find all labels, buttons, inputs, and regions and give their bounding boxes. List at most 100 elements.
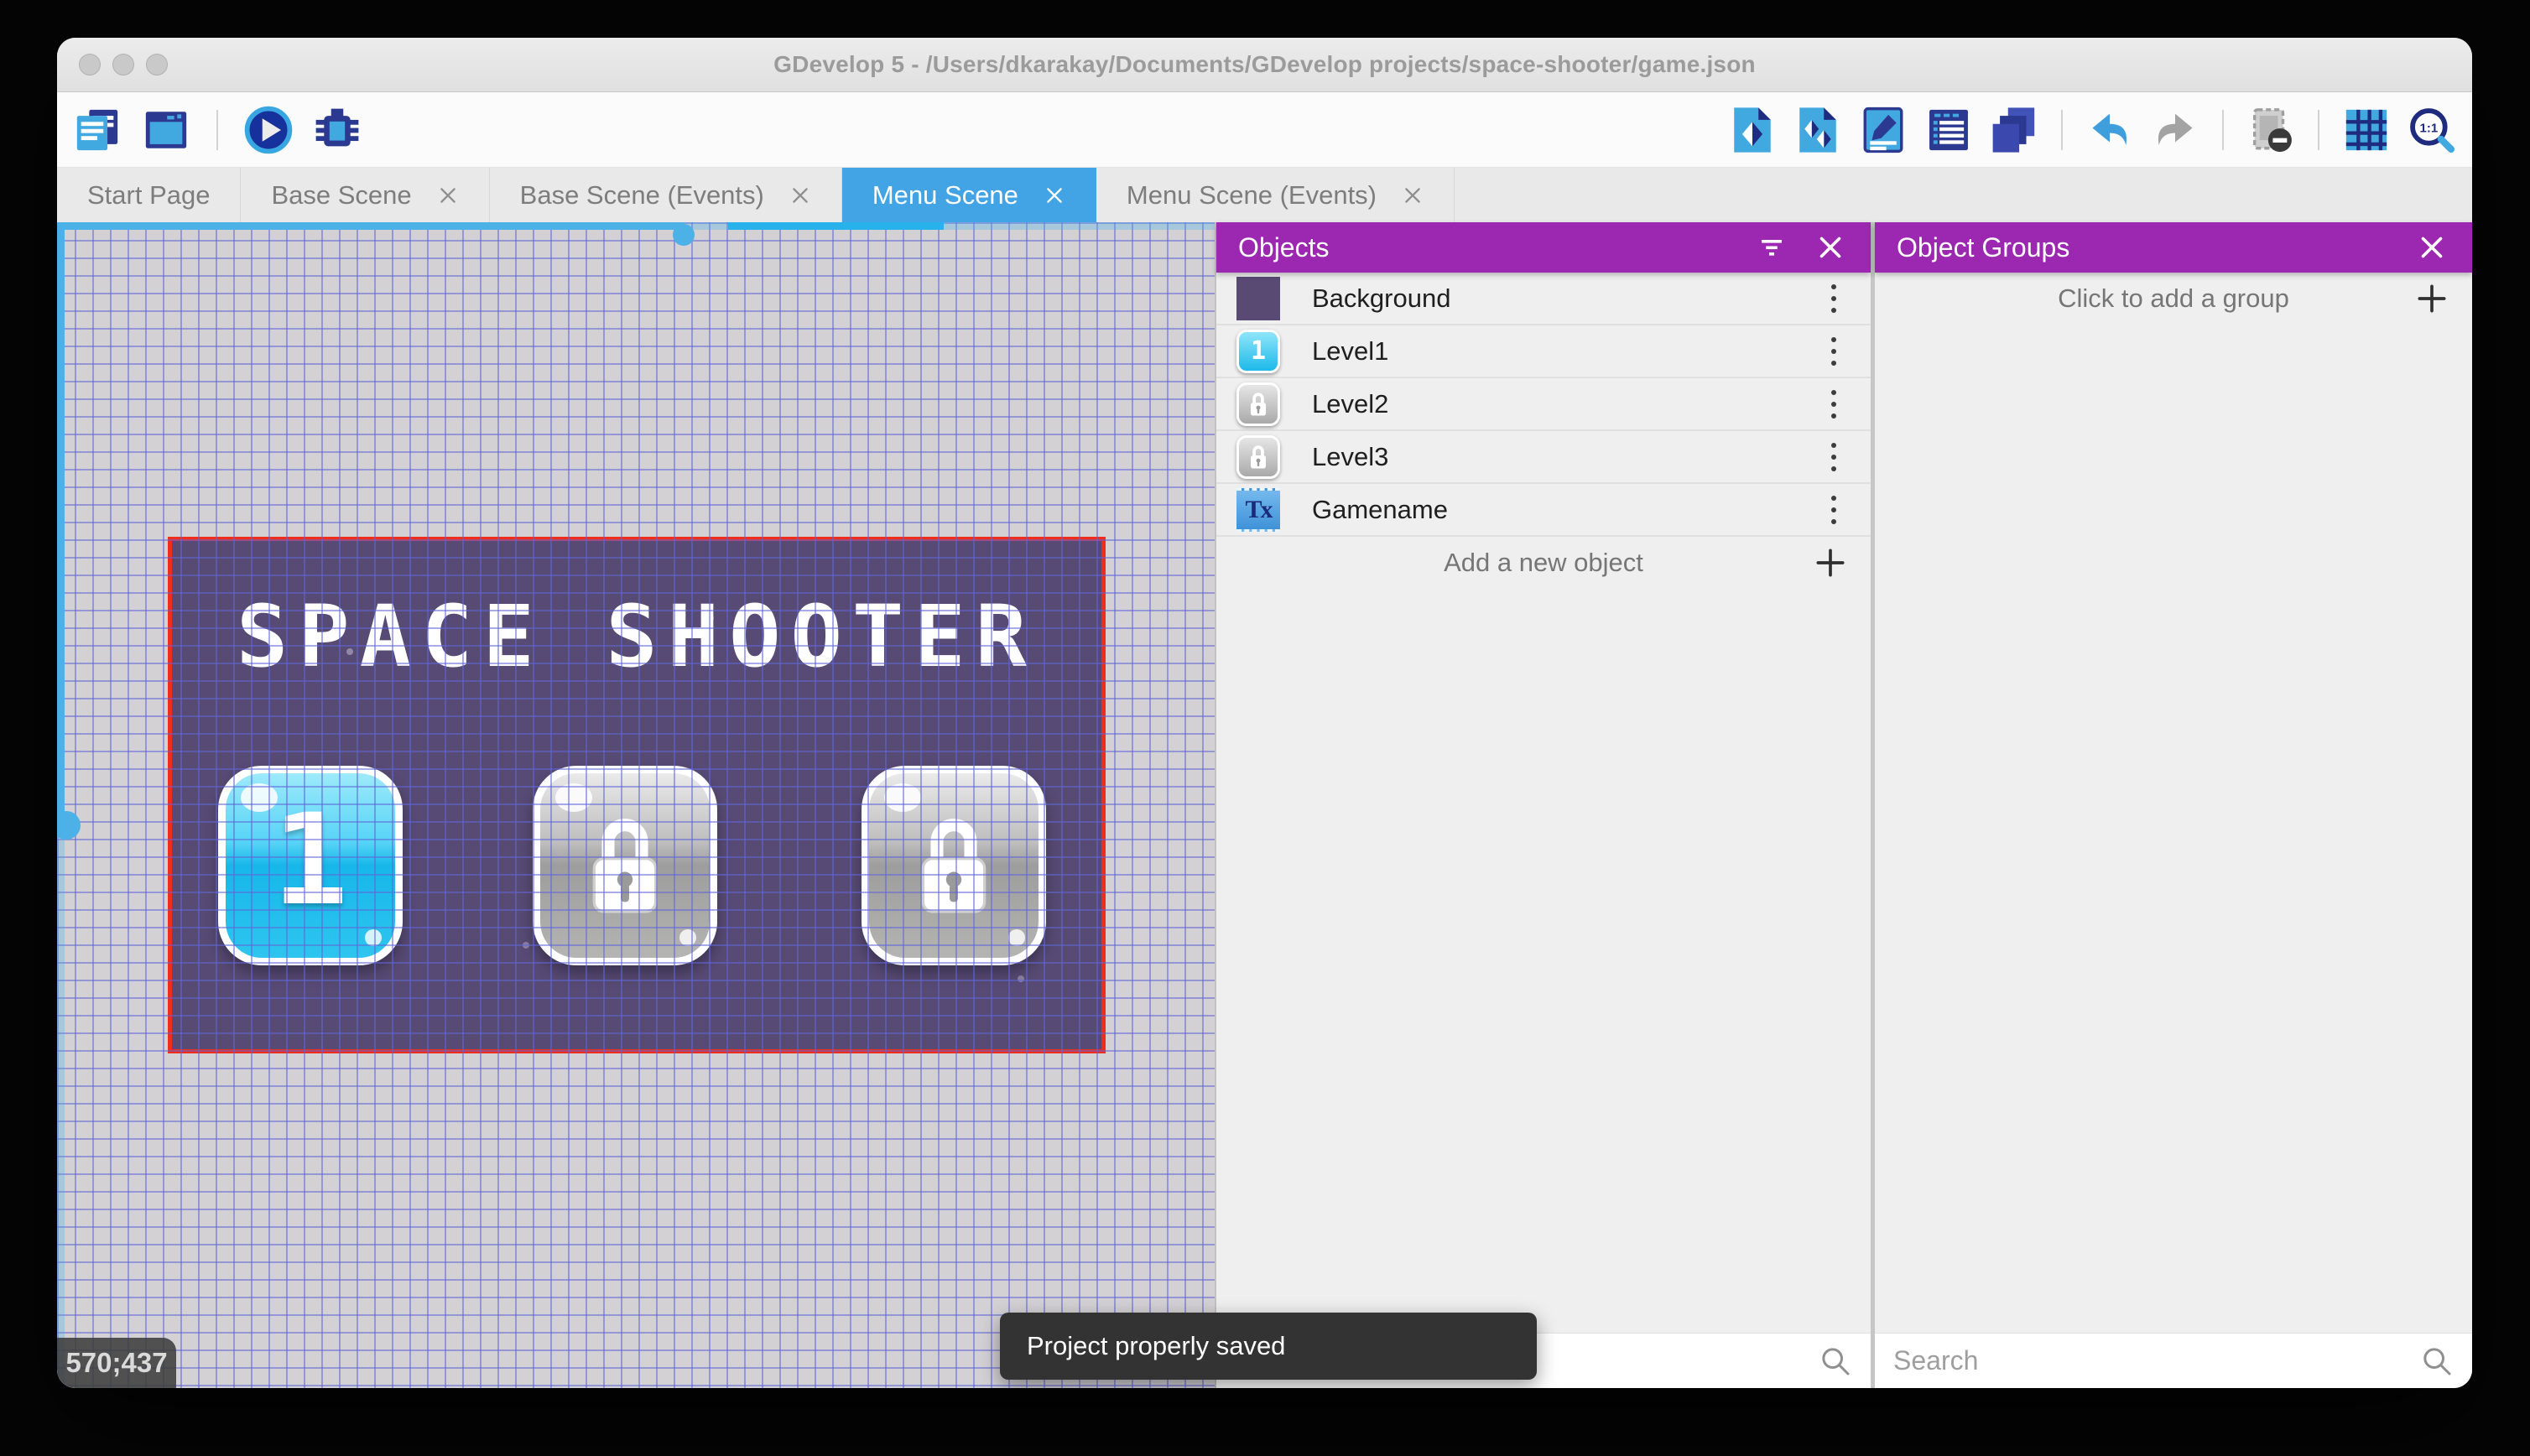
object-name: Gamename [1312, 494, 1448, 524]
instances-list-icon[interactable] [1924, 105, 1974, 155]
tab-close-icon[interactable] [1402, 185, 1424, 206]
scene-editor-canvas[interactable]: SPACE SHOOTER 1 570;437 [57, 222, 1216, 1388]
level2-button-instance[interactable] [533, 766, 717, 965]
add-group-label: Click to add a group [2058, 283, 2289, 313]
filter-icon[interactable] [1753, 229, 1790, 266]
tab-close-icon[interactable] [789, 185, 811, 206]
background-thumbnail [1236, 276, 1280, 320]
undo-icon[interactable] [2085, 105, 2135, 155]
main-area: SPACE SHOOTER 1 570;437 Objects Backgrou… [57, 222, 2472, 1388]
objects-panel-empty-space [1216, 589, 1871, 1333]
search-icon [2423, 1347, 2451, 1375]
tab-label: Base Scene [271, 179, 412, 210]
close-window-button[interactable] [79, 54, 101, 75]
zoom-1-1-icon[interactable]: 1:1 [2407, 105, 2457, 155]
object-groups-panel-header: Object Groups [1875, 222, 2472, 273]
objects-editor-icon[interactable] [1727, 105, 1778, 155]
close-icon[interactable] [1812, 229, 1849, 266]
toolbar-separator [2222, 109, 2224, 150]
object-row-background[interactable]: Background [1216, 273, 1871, 325]
search-icon [1822, 1347, 1850, 1375]
scene-stars [172, 541, 175, 544]
tab-base-scene[interactable]: Base Scene [241, 168, 490, 222]
object-name: Level3 [1312, 441, 1389, 471]
object-menu-icon[interactable] [1817, 437, 1851, 477]
object-row-gamename[interactable]: Tx Gamename [1216, 484, 1871, 537]
level1-thumbnail: 1 [1236, 329, 1280, 373]
tab-menu-scene[interactable]: Menu Scene [841, 168, 1096, 222]
launch-preview-play-icon[interactable] [243, 105, 294, 155]
object-name: Background [1312, 283, 1451, 313]
tab-menu-scene-events[interactable]: Menu Scene (Events) [1096, 168, 1455, 222]
redo-icon[interactable] [2150, 105, 2200, 155]
properties-pencil-icon[interactable] [1858, 105, 1908, 155]
level3-button-instance[interactable] [862, 766, 1046, 965]
toolbar-separator [216, 109, 218, 150]
toolbar: 1:1 [57, 92, 2472, 168]
close-icon[interactable] [2413, 229, 2450, 266]
horizontal-scrollbar-knob[interactable] [673, 224, 695, 246]
game-scene-window[interactable]: SPACE SHOOTER 1 [168, 537, 1106, 1053]
gdevelop-window: GDevelop 5 - /Users/dkarakay/Documents/G… [57, 38, 2472, 1388]
object-row-level1[interactable]: 1 Level1 [1216, 325, 1871, 378]
tab-label: Start Page [87, 179, 211, 210]
cursor-coordinates-badge: 570;437 [57, 1338, 176, 1388]
toolbar-separator [2061, 109, 2063, 150]
object-menu-icon[interactable] [1817, 490, 1851, 530]
gamename-thumbnail: Tx [1236, 487, 1280, 532]
padlock-icon [1250, 445, 1267, 469]
vertical-scrollbar[interactable] [57, 222, 81, 1388]
preview-window-icon[interactable] [141, 105, 191, 155]
layers-icon[interactable] [1989, 105, 2039, 155]
object-groups-search-bar [1875, 1333, 2472, 1388]
toast-notification: Project properly saved [1000, 1313, 1537, 1380]
toolbar-separator [2318, 109, 2319, 150]
debugger-bug-icon[interactable] [312, 105, 362, 155]
minimize-window-button[interactable] [112, 54, 134, 75]
plus-icon [1812, 544, 1849, 581]
tabbar: Start Page Base Scene Base Scene (Events… [57, 168, 2472, 222]
level3-thumbnail [1236, 434, 1280, 479]
plus-icon [2413, 280, 2450, 317]
horizontal-scrollbar[interactable] [57, 222, 1215, 246]
tab-label: Menu Scene (Events) [1126, 179, 1377, 210]
object-row-level2[interactable]: Level2 [1216, 378, 1871, 431]
padlock-icon [921, 819, 986, 913]
object-groups-editor-icon[interactable] [1793, 105, 1843, 155]
tab-close-icon[interactable] [437, 185, 459, 206]
objects-panel-title: Objects [1238, 231, 1330, 263]
tab-base-scene-events[interactable]: Base Scene (Events) [490, 168, 842, 222]
object-menu-icon[interactable] [1817, 384, 1851, 424]
object-groups-empty-space [1875, 325, 2472, 1333]
object-row-level3[interactable]: Level3 [1216, 431, 1871, 484]
add-object-button[interactable]: Add a new object [1216, 537, 1871, 589]
object-groups-search-input[interactable] [1893, 1345, 2420, 1376]
tab-label: Menu Scene [872, 179, 1018, 210]
tab-close-icon[interactable] [1044, 185, 1065, 206]
screen: GDevelop 5 - /Users/dkarakay/Documents/G… [0, 0, 2530, 1456]
zoom-window-button[interactable] [146, 54, 168, 75]
toggle-grid-icon[interactable] [2341, 105, 2392, 155]
level2-thumbnail [1236, 382, 1280, 426]
scene-title-instance[interactable]: SPACE SHOOTER [172, 587, 1101, 687]
svg-text:1:1: 1:1 [2420, 121, 2439, 135]
window-title: GDevelop 5 - /Users/dkarakay/Documents/G… [773, 51, 1756, 77]
object-name: Level2 [1312, 388, 1389, 419]
level1-number: 1 [272, 788, 349, 933]
titlebar: GDevelop 5 - /Users/dkarakay/Documents/G… [57, 38, 2472, 92]
object-groups-panel: Object Groups Click to add a group [1875, 222, 2472, 1388]
padlock-icon [592, 819, 658, 913]
toolbar-right-group: 1:1 [1727, 105, 2457, 155]
add-group-button[interactable]: Click to add a group [1875, 273, 2472, 325]
toast-message: Project properly saved [1027, 1331, 1286, 1360]
object-menu-icon[interactable] [1817, 331, 1851, 372]
objects-panel: Objects Background 1 Level1 Level2 Level… [1216, 222, 1871, 1388]
vertical-scrollbar-knob[interactable] [57, 811, 81, 840]
objects-panel-header: Objects [1216, 222, 1871, 273]
tab-start-page[interactable]: Start Page [57, 168, 242, 222]
object-menu-icon[interactable] [1817, 278, 1851, 319]
padlock-icon [1250, 392, 1267, 416]
level1-button-instance[interactable]: 1 [218, 766, 403, 965]
delete-instances-icon[interactable] [2246, 105, 2296, 155]
project-manager-icon[interactable] [72, 105, 122, 155]
